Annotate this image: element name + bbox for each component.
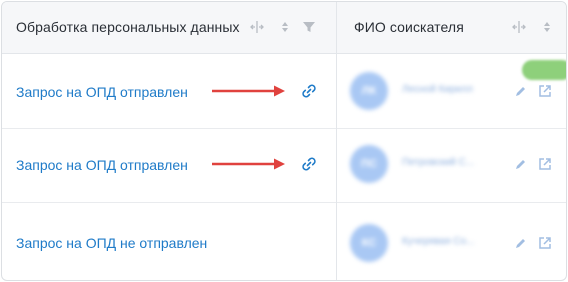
table-row: Запрос на ОПД не отправлен КС Кучерявая … bbox=[2, 203, 566, 280]
avatar: КС bbox=[350, 224, 388, 262]
sort-icon[interactable] bbox=[540, 20, 554, 34]
sort-icon[interactable] bbox=[278, 20, 292, 34]
table-row: Запрос на ОПД отправлен ЛК Лесной Кирилл bbox=[2, 54, 566, 129]
pencil-icon[interactable] bbox=[514, 84, 528, 98]
column-header-candidate-name: ФИО соискателя bbox=[354, 19, 464, 35]
column-divider bbox=[336, 2, 337, 280]
pd-status-link[interactable]: Запрос на ОПД отправлен bbox=[16, 157, 188, 173]
status-badge bbox=[522, 60, 566, 80]
filter-icon[interactable] bbox=[302, 20, 316, 34]
external-link-icon[interactable] bbox=[538, 84, 552, 98]
annotation-arrow bbox=[212, 158, 285, 170]
candidate-cell[interactable]: ПС Петровский С... bbox=[350, 145, 560, 185]
table-header: Обработка персональных данных ФИО соиска… bbox=[2, 2, 566, 54]
column-header-pd-processing: Обработка персональных данных bbox=[16, 19, 240, 35]
data-table: Обработка персональных данных ФИО соиска… bbox=[1, 1, 567, 281]
candidate-name[interactable]: Кучерявая Со... bbox=[402, 236, 475, 247]
candidate-cell[interactable]: КС Кучерявая Со... bbox=[350, 224, 560, 264]
resize-horizontal-icon[interactable] bbox=[250, 20, 264, 34]
candidate-name[interactable]: Петровский С... bbox=[402, 157, 474, 168]
annotation-arrow bbox=[212, 85, 285, 97]
pd-status-link[interactable]: Запрос на ОПД не отправлен bbox=[16, 235, 207, 251]
pencil-icon[interactable] bbox=[514, 236, 528, 250]
candidate-name[interactable]: Лесной Кирилл bbox=[402, 84, 473, 95]
resize-horizontal-icon[interactable] bbox=[512, 20, 526, 34]
pencil-icon[interactable] bbox=[514, 157, 528, 171]
link-icon[interactable] bbox=[300, 155, 318, 173]
pd-status-link[interactable]: Запрос на ОПД отправлен bbox=[16, 84, 188, 100]
avatar: ЛК bbox=[350, 72, 388, 110]
external-link-icon[interactable] bbox=[538, 236, 552, 250]
avatar: ПС bbox=[350, 145, 388, 183]
external-link-icon[interactable] bbox=[538, 157, 552, 171]
table-row: Запрос на ОПД отправлен ПС Петровский С.… bbox=[2, 129, 566, 203]
link-icon[interactable] bbox=[300, 82, 318, 100]
